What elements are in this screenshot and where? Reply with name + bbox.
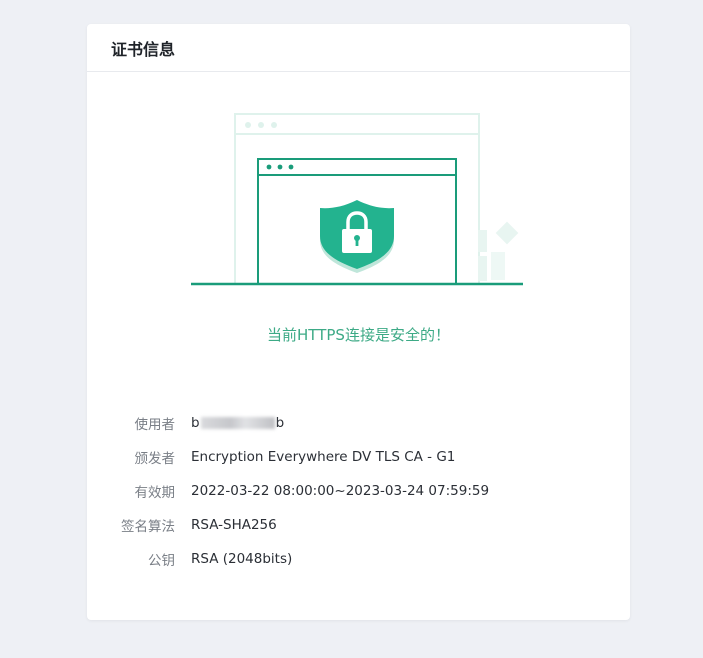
public-key-value: RSA (2048bits) [191,551,293,567]
signature-algorithm-value: RSA-SHA256 [191,517,277,533]
redacted-value [200,417,275,429]
subject-value: bb [191,415,285,431]
secure-status-text: 当前HTTPS连接是安全的！ [267,326,450,344]
signature-algorithm-label: 签名算法 [121,519,175,535]
secure-connection-illustration [191,113,523,286]
validity-value: 2022-03-22 08:00:00~2023-03-24 07:59:59 [191,483,490,499]
issuer-label: 颁发者 [134,451,176,467]
certificate-card: 证书信息 当前HTTPS连接是安全的！ 使用者 b b 颁发者 Encrypti… [87,24,630,620]
card-header: 证书信息 [87,24,630,72]
subject-label: 使用者 [134,417,176,433]
info-row-public-key: 公钥 RSA (2048bits) [87,542,630,576]
info-row-validity: 有效期 2022-03-22 08:00:00~2023-03-24 07:59… [87,474,630,508]
certificate-info: 使用者 bb 颁发者 Encryption Everywhere DV TLS … [87,406,630,576]
validity-label: 有效期 [134,485,176,501]
card-title: 证书信息 [111,39,176,59]
issuer-value: Encryption Everywhere DV TLS CA - G1 [191,449,456,465]
info-row-signature: 签名算法 RSA-SHA256 [87,508,630,542]
info-row-issuer: 颁发者 Encryption Everywhere DV TLS CA - G1 [87,440,630,474]
info-row-subject: 使用者 bb [87,406,630,440]
public-key-label: 公钥 [148,553,175,569]
